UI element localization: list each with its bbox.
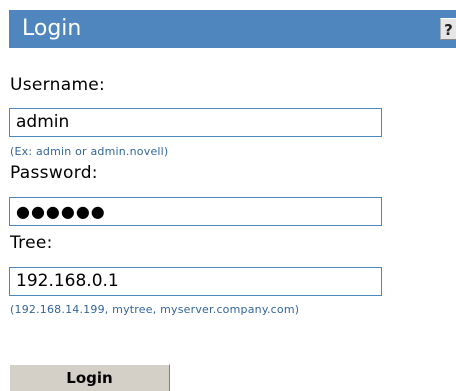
page-title: Login bbox=[22, 16, 82, 41]
tree-label: Tree: bbox=[10, 233, 53, 253]
login-header: Login ? bbox=[9, 10, 456, 48]
tree-field[interactable]: 192.168.0.1 bbox=[9, 267, 382, 296]
password-label: Password: bbox=[10, 163, 98, 183]
login-button[interactable]: Login bbox=[9, 364, 170, 391]
username-label: Username: bbox=[10, 75, 106, 95]
username-hint: (Ex: admin or admin.novell) bbox=[10, 145, 169, 158]
password-field[interactable]: ●●●●●● bbox=[9, 197, 382, 226]
help-icon[interactable]: ? bbox=[440, 18, 456, 40]
username-field[interactable]: admin bbox=[9, 108, 382, 137]
tree-hint: (192.168.14.199, mytree, myserver.compan… bbox=[10, 303, 300, 316]
